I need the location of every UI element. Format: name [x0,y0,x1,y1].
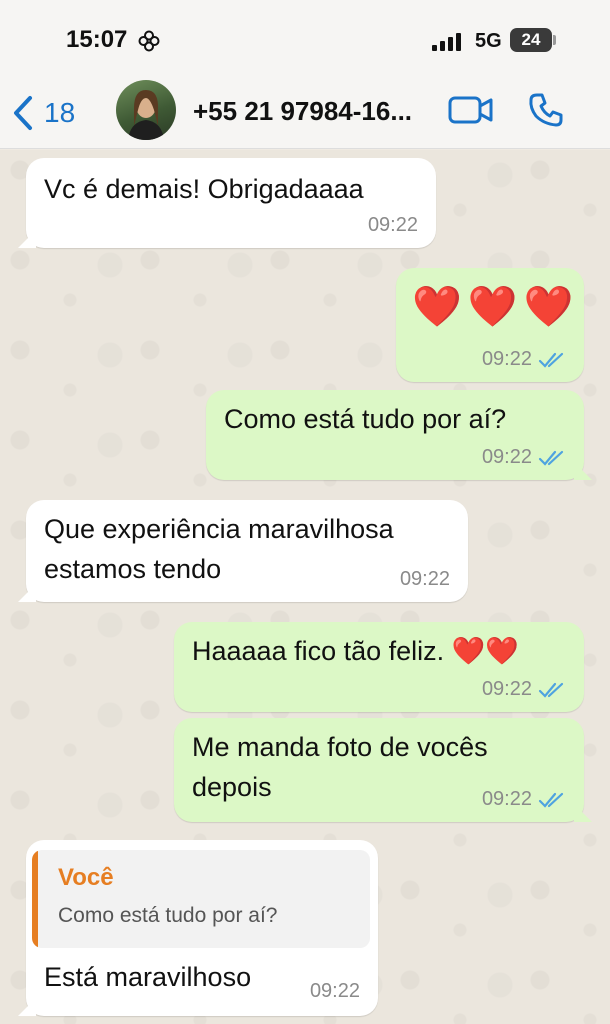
message-time: 09:22 [481,678,532,700]
message-text-line-2: estamos tendo [44,554,222,584]
double-check-icon [538,352,564,368]
chat-screen: 15:07 5G 24 18 +55 21 97984-16... Vc é d… [0,0,610,1024]
phone-icon[interactable] [528,92,564,128]
message-time: 09:22 [481,446,532,468]
flower-icon [138,30,160,52]
message-bubble-outgoing[interactable]: Como está tudo por aí? 09:22 [206,390,592,480]
message-time: 09:22 [481,788,532,810]
message-bubble-incoming[interactable]: Vc é demais! Obrigadaaaa 09:22 [18,158,436,248]
message-text: Como está tudo por aí? [224,404,507,434]
message-meta: 09:22 [310,980,360,1003]
contact-avatar[interactable] [116,80,176,140]
network-label: 5G [475,30,502,52]
message-meta: 09:22 [400,568,450,591]
video-call-icon[interactable] [448,94,494,126]
message-text-line-1: Que experiência maravilhosa [44,514,394,544]
double-check-icon [538,450,564,466]
double-check-icon [538,682,564,698]
reply-text: Como está tudo por aí? [58,904,278,927]
message-text: Haaaaa fico tão feliz. ❤️❤️ [192,632,519,670]
chevron-left-icon [14,96,32,130]
emoji-hearts: ❤️❤️❤️ [412,285,580,329]
contact-name[interactable]: +55 21 97984-16... [193,96,412,127]
message-text-line-2: depois [192,772,272,802]
chat-header: 18 +55 21 97984-16... [0,80,610,149]
back-button[interactable]: 18 [12,90,92,136]
battery-tip [553,35,556,45]
reply-quote[interactable]: Você Como está tudo por aí? [32,850,370,948]
message-text-line-1: Me manda foto de vocês [192,732,488,762]
avatar-photo [128,90,164,140]
message-meta: 09:22 [482,678,568,701]
message-meta: 09:22 [368,214,418,237]
message-time: 09:22 [481,348,532,370]
message-bubble-incoming-reply[interactable]: Você Como está tudo por aí? Está maravil… [18,840,378,1016]
emoji-hearts: ❤️❤️ [451,636,519,666]
message-meta: 09:22 [482,446,568,469]
message-text: Vc é demais! Obrigadaaaa [44,174,364,204]
message-bubble-outgoing[interactable]: Haaaaa fico tão feliz. ❤️❤️ 09:22 [174,622,584,712]
message-time: 09:22 [367,214,418,236]
signal-icon [432,33,461,51]
status-bar: 15:07 5G 24 [0,0,610,80]
reply-accent-bar [32,850,38,948]
message-text: Está maravilhoso [44,962,252,992]
message-bubble-outgoing[interactable]: ❤️❤️❤️ 09:22 [396,268,584,382]
unread-count: 18 [44,97,76,128]
message-text-body: Haaaaa fico tão feliz. [192,636,445,666]
status-time: 15:07 [66,26,128,53]
message-time: 09:22 [309,980,360,1002]
message-meta: 09:22 [482,348,568,371]
message-meta: 09:22 [482,788,568,811]
message-time: 09:22 [399,568,450,590]
reply-author: Você [58,864,114,891]
battery-indicator: 24 [510,28,552,52]
message-bubble-incoming[interactable]: Que experiência maravilhosa estamos tend… [18,500,468,602]
message-bubble-outgoing[interactable]: Me manda foto de vocês depois 09:22 [174,718,592,822]
double-check-icon [538,792,564,808]
